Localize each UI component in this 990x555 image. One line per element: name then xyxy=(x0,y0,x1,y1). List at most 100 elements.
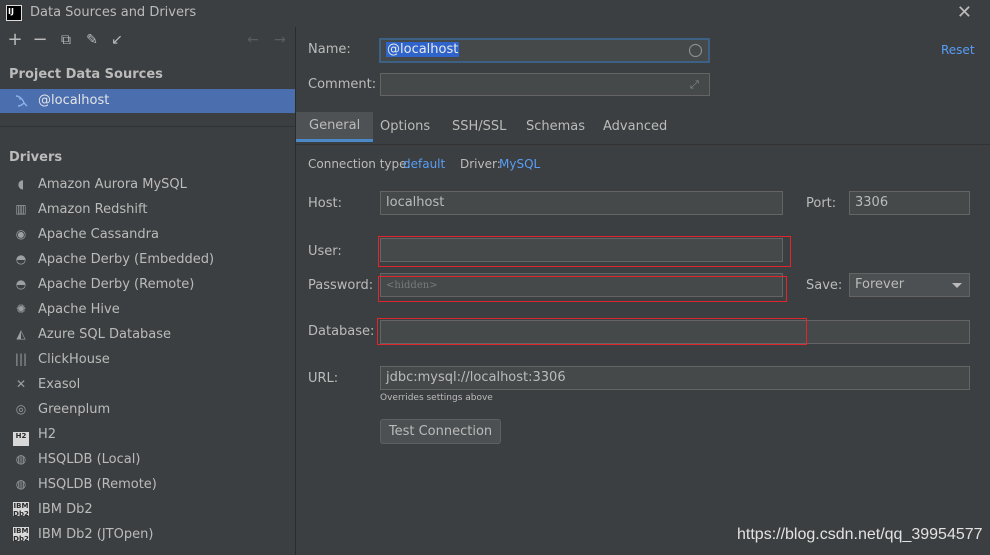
driver-item[interactable]: ◓ Apache Derby (Remote) xyxy=(0,272,295,297)
ibm-db2-icon: IBM Db2 xyxy=(13,527,29,543)
close-icon[interactable]: ✕ xyxy=(957,2,972,23)
forward-arrow-icon[interactable]: → xyxy=(271,31,289,49)
host-input[interactable]: localhost xyxy=(380,191,783,215)
sidebar-toolbar: + − ⧉ ✎ ↙ ← → xyxy=(0,27,295,55)
window-title: Data Sources and Drivers xyxy=(30,5,197,20)
driver-label: Azure SQL Database xyxy=(38,327,172,342)
remove-icon[interactable]: − xyxy=(31,31,49,49)
test-connection-button[interactable]: Test Connection xyxy=(380,419,501,444)
hsqldb-icon: ◍ xyxy=(15,477,27,491)
project-data-sources-heading: Project Data Sources xyxy=(9,67,163,82)
driver-link[interactable]: MySQL xyxy=(499,157,540,171)
save-select-value: Forever xyxy=(855,277,905,292)
hive-icon: ✺ xyxy=(15,302,27,316)
exasol-icon: ✕ xyxy=(15,377,27,391)
expand-icon[interactable]: ⤢ xyxy=(690,78,699,92)
redshift-icon: ▥ xyxy=(15,202,27,216)
save-label: Save: xyxy=(806,278,843,293)
driver-item[interactable]: ✕ Exasol xyxy=(0,372,295,397)
port-label: Port: xyxy=(806,196,837,211)
driver-label: HSQLDB (Remote) xyxy=(38,477,157,492)
comment-input[interactable] xyxy=(380,73,710,96)
tab-general[interactable]: General xyxy=(296,112,374,142)
name-value: @localhost xyxy=(386,42,460,57)
password-label: Password: xyxy=(308,278,374,293)
derby-hat-icon: ◓ xyxy=(15,252,27,266)
azure-icon: ◭ xyxy=(16,327,26,341)
driver-label: Driver: xyxy=(460,157,501,171)
data-source-label: @localhost xyxy=(38,93,110,108)
driver-item[interactable]: ✺ Apache Hive xyxy=(0,297,295,322)
driver-label: Apache Hive xyxy=(38,302,120,317)
sidebar: + − ⧉ ✎ ↙ ← → Project Data Sources @loca… xyxy=(0,27,296,555)
save-select[interactable]: Forever xyxy=(849,273,970,297)
connection-type-link[interactable]: default xyxy=(403,157,445,171)
driver-item[interactable]: ◓ Apache Derby (Embedded) xyxy=(0,247,295,272)
database-input[interactable] xyxy=(380,320,970,344)
derby-hat-icon: ◓ xyxy=(15,277,27,291)
import-icon[interactable]: ↙ xyxy=(108,31,126,49)
driver-label: IBM Db2 xyxy=(38,502,93,517)
main-panel: Name: @localhost Reset Comment: ⤢ Genera… xyxy=(296,27,990,555)
add-icon[interactable]: + xyxy=(6,31,24,49)
driver-item[interactable]: ◖ Amazon Aurora MySQL xyxy=(0,172,295,197)
driver-item[interactable]: ◎ Greenplum xyxy=(0,397,295,422)
driver-label: IBM Db2 (JTOpen) xyxy=(38,527,154,542)
driver-item[interactable]: IBM Db2 IBM Db2 (JTOpen) xyxy=(0,522,295,547)
drivers-heading: Drivers xyxy=(9,150,63,165)
driver-label: Amazon Redshift xyxy=(38,202,148,217)
hsqldb-icon: ◍ xyxy=(15,452,27,466)
driver-item[interactable]: IBM Db2 IBM Db2 xyxy=(0,497,295,522)
driver-item[interactable]: ◉ Apache Cassandra xyxy=(0,222,295,247)
driver-label: HSQLDB (Local) xyxy=(38,452,141,467)
driver-label: Apache Derby (Remote) xyxy=(38,277,195,292)
dolphin-icon: ◖ xyxy=(17,177,25,191)
driver-label: Apache Derby (Embedded) xyxy=(38,252,215,267)
back-arrow-icon[interactable]: ← xyxy=(244,31,262,49)
driver-label: Amazon Aurora MySQL xyxy=(38,177,187,192)
database-label: Database: xyxy=(308,324,375,339)
password-input[interactable]: <hidden> xyxy=(380,273,783,297)
mysql-dolphin-icon xyxy=(15,95,28,107)
name-label: Name: xyxy=(308,42,351,57)
tab-ssh-ssl[interactable]: SSH/SSL xyxy=(439,112,519,142)
color-circle-icon[interactable] xyxy=(688,43,703,58)
connection-type-label: Connection type: xyxy=(308,157,411,171)
driver-item[interactable]: ||| ClickHouse xyxy=(0,347,295,372)
password-placeholder: <hidden> xyxy=(386,280,438,291)
driver-item[interactable]: ▥ Amazon Redshift xyxy=(0,197,295,222)
driver-item[interactable]: H2 H2 xyxy=(0,422,295,447)
driver-label: Exasol xyxy=(38,377,81,392)
watermark-text: https://blog.csdn.net/qq_39954577 xyxy=(737,526,983,543)
duplicate-icon[interactable]: ⧉ xyxy=(57,31,75,49)
data-source-item-localhost[interactable]: @localhost xyxy=(0,89,295,113)
intellij-logo-icon: IJ xyxy=(6,5,22,21)
chevron-down-icon xyxy=(952,283,962,288)
driver-label: ClickHouse xyxy=(38,352,110,367)
wrench-icon[interactable]: ✎ xyxy=(83,31,101,49)
reset-link[interactable]: Reset xyxy=(941,43,975,57)
driver-label: Apache Cassandra xyxy=(38,227,159,242)
tab-schemas[interactable]: Schemas xyxy=(513,112,598,142)
driver-label: Greenplum xyxy=(38,402,111,417)
divider xyxy=(0,126,295,127)
driver-label: H2 xyxy=(38,427,57,442)
driver-item[interactable]: ◭ Azure SQL Database xyxy=(0,322,295,347)
tab-options[interactable]: Options xyxy=(367,112,443,142)
url-hint: Overrides settings above xyxy=(380,393,493,403)
driver-item[interactable]: ◍ HSQLDB (Remote) xyxy=(0,472,295,497)
comment-label: Comment: xyxy=(308,77,377,92)
tab-advanced[interactable]: Advanced xyxy=(590,112,680,142)
port-input[interactable]: 3306 xyxy=(849,191,970,215)
host-label: Host: xyxy=(308,196,342,211)
driver-item[interactable]: ◍ HSQLDB (Local) xyxy=(0,447,295,472)
ibm-db2-icon: IBM Db2 xyxy=(13,502,29,518)
name-input[interactable]: @localhost xyxy=(379,38,710,63)
settings-tabs: General Options SSH/SSL Schemas Advanced xyxy=(296,112,990,145)
user-input[interactable] xyxy=(380,238,783,262)
user-label: User: xyxy=(308,244,342,259)
greenplum-icon: ◎ xyxy=(15,402,27,416)
title-bar: IJ Data Sources and Drivers ✕ xyxy=(0,0,990,27)
url-input[interactable]: jdbc:mysql://localhost:3306 xyxy=(380,366,970,390)
eye-icon: ◉ xyxy=(15,227,27,241)
